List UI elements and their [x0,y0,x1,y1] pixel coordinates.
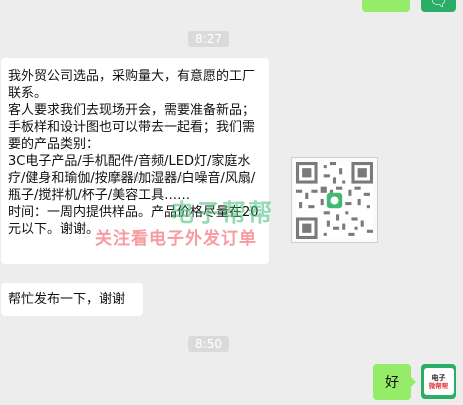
watermark-qr-code [291,157,378,243]
timestamp: 8:27 [188,31,229,47]
chat-bubble-icon: 🗨 [428,0,449,10]
outgoing-message-bubble[interactable]: 好 [373,364,416,400]
self-avatar-top[interactable]: 🗨 [421,0,456,12]
timestamp: 8:50 [188,336,229,352]
outgoing-message-bubble-partial[interactable] [362,0,410,12]
chat-window: 🗨 8:27 我外贸公司选品，采购量大，有意愿的工厂联系。 客人要求我们去现场开… [0,0,463,405]
watermark-url: dzwbbb.com [110,171,187,184]
message-text: 好 [385,375,399,391]
watermark-slogan: 关注看电子外发订单 [95,229,257,249]
incoming-message-bubble[interactable]: 帮忙发布一下，谢谢 [1,283,143,316]
avatar-text-line1: 电子 [431,373,446,382]
self-avatar[interactable]: 电子 微帮帮 [421,364,456,399]
avatar-text-line2: 微帮帮 [428,381,449,390]
watermark-brand: 电子帮帮 [170,199,274,227]
message-text: 帮忙发布一下，谢谢 [8,292,126,307]
qr-code-icon [296,162,373,239]
avatar-logo: 电子 微帮帮 [423,368,454,395]
